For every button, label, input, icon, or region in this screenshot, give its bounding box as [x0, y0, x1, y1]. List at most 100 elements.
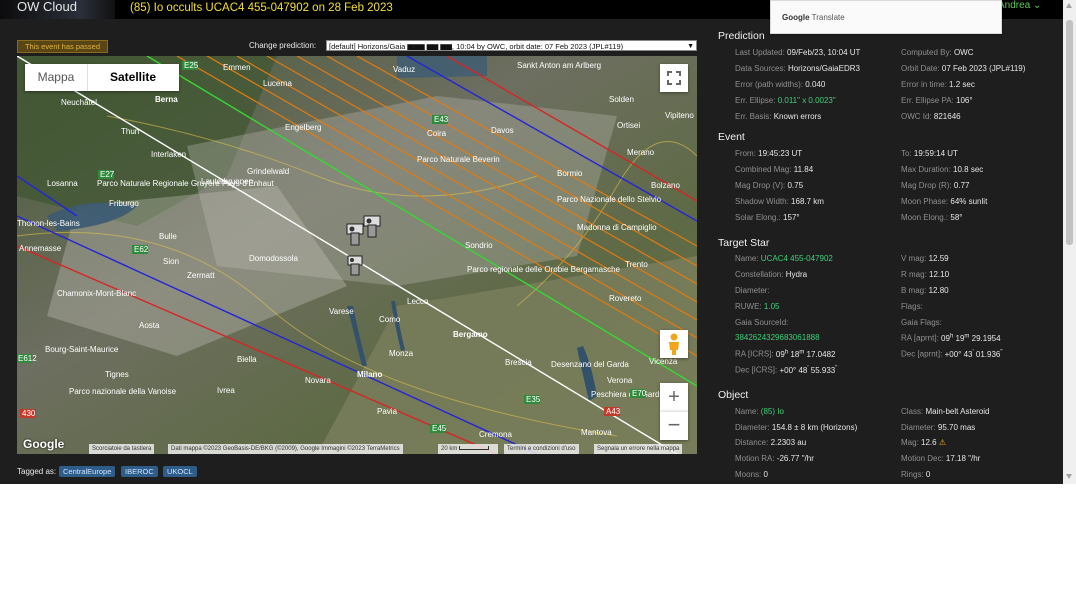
map-place-label: Sondrio: [465, 241, 493, 250]
map-place-label: Parco nazionale della Vanoise: [69, 387, 177, 396]
prediction-left-row: Last Updated: 09/Feb/23, 10:04 UT: [735, 48, 860, 57]
tag-centraleurope[interactable]: CentralEurope: [59, 466, 116, 477]
map-place-label: Berna: [155, 95, 178, 104]
scroll-down-arrow-icon[interactable]: [1066, 474, 1072, 479]
report-map-error-link[interactable]: Segnala un errore nella mappa: [594, 444, 683, 454]
field-label: Constellation:: [735, 270, 784, 279]
tag-ukocl[interactable]: UKOCL: [163, 466, 197, 477]
dec-deg-min: +00° 43: [944, 349, 973, 359]
field-value: Known errors: [773, 112, 822, 121]
terms-link[interactable]: Termini e condizioni d'uso: [504, 444, 579, 454]
field-label: Error in time:: [901, 80, 947, 89]
prediction-right-row: OWC Id: 821646: [901, 112, 961, 121]
field-value: 64% sunlit: [950, 197, 988, 206]
field-value: 0.011" x 0.0023": [777, 96, 836, 105]
scrollbar-thumb[interactable]: [1066, 20, 1073, 245]
highway-label: E27: [100, 170, 115, 179]
unit-h: h: [784, 349, 789, 355]
field-value: 0.77: [953, 181, 970, 190]
field-value: Horizons/GaiaEDR3: [787, 64, 860, 73]
b-mag-row: B mag: 12.80: [901, 286, 949, 295]
prediction-right-row: Orbit Date: 07 Feb 2023 (JPL#119): [901, 64, 1025, 73]
map-view[interactable]: Berna Lucerna Neuchâtel Emmen Thun Interlaken…: [17, 56, 697, 454]
field-label: Mag Drop (V):: [735, 181, 786, 190]
field-value: 11.84: [793, 165, 814, 174]
field-value: 07 Feb 2023 (JPL#119): [941, 64, 1026, 73]
dec-icrs-row: Dec [ICRS]: +00° 48' 55.933": [735, 365, 837, 375]
zoom-out-button[interactable]: −: [660, 411, 688, 440]
map-place-label: Chamonix-Mont-Blanc: [57, 289, 136, 298]
map-canvas[interactable]: Berna Lucerna Neuchâtel Emmen Thun Interlaken…: [17, 56, 697, 454]
highway-label: E45: [432, 424, 447, 433]
page-scrollbar[interactable]: [1063, 0, 1076, 484]
map-place-label: Bolzano: [651, 181, 680, 190]
field-label: Name:: [735, 407, 759, 416]
prediction-left-row: Error (path widths): 0.040: [735, 80, 825, 89]
map-place-label: Grindelwald: [247, 167, 289, 176]
field-label: To:: [901, 149, 912, 158]
gaia-source-link[interactable]: 3842624329683061888: [735, 333, 820, 342]
class-row: Class: Main-belt Asteroid: [901, 407, 990, 416]
field-label: Data Sources:: [735, 64, 786, 73]
dec-icrs-value: +00° 48' 55.933": [779, 365, 837, 375]
map-place-label: Emmen: [223, 63, 251, 72]
field-value: 154.8 ± 8 km (Horizons): [771, 423, 858, 432]
event-right-row: Moon Elong.: 58°: [901, 213, 962, 222]
unit-arcsec: ": [1000, 349, 1003, 355]
field-value: 12.80: [928, 286, 949, 295]
scroll-up-arrow-icon[interactable]: [1066, 3, 1072, 8]
field-value: 12.10: [929, 270, 950, 279]
field-value: 821646: [933, 112, 961, 121]
field-label: Moons:: [735, 470, 762, 479]
dec-seconds: 55.933: [810, 365, 836, 375]
unit-arcmin: ': [972, 349, 974, 355]
field-value: 168.7 km: [791, 197, 824, 206]
object-name-row: Name: (85) Io: [735, 407, 784, 416]
event-right-row: Mag Drop (R): 0.77: [901, 181, 970, 190]
map-place-label: Zermatt: [187, 271, 215, 280]
gaia-source-value-row: 3842624329683061888: [735, 333, 820, 342]
prediction-right-row: Err. Ellipse PA: 106°: [901, 96, 973, 105]
field-label: Dec [ICRS]:: [735, 365, 778, 375]
zoom-in-button[interactable]: +: [660, 383, 688, 411]
map-type-mappa-button[interactable]: Mappa: [25, 64, 88, 91]
map-place-label: Annemasse: [19, 244, 62, 253]
map-place-label: Bulle: [159, 232, 177, 241]
field-value: 0: [925, 470, 931, 479]
field-value: 58°: [950, 213, 963, 222]
fullscreen-icon: [667, 71, 681, 85]
tag-iberoc[interactable]: IBEROC: [121, 466, 158, 477]
field-label: Moon Phase:: [901, 197, 949, 206]
keyboard-shortcuts-link[interactable]: Scorciatoie da tastiera: [89, 444, 155, 454]
map-place-label: Vaduz: [393, 65, 415, 74]
map-place-label: Mantova: [581, 428, 612, 437]
ra-hours: 09: [941, 333, 950, 343]
ra-icrs-row: RA [ICRS]: 09h 18m 17.0482: [735, 349, 835, 359]
warning-icon[interactable]: ⚠: [939, 438, 946, 447]
unit-m: m: [799, 349, 805, 355]
change-prediction-select[interactable]: [default] Horizons/Gaia ▆▆▆ ▆▆ ▆▆, 10:04…: [326, 40, 697, 51]
distance-row: Distance: 2.2303 au: [735, 438, 806, 447]
event-left-row: Mag Drop (V): 0.75: [735, 181, 803, 190]
object-name-link[interactable]: (85) Io: [761, 407, 784, 416]
field-value: 0: [763, 470, 768, 479]
target-name-link[interactable]: UCAC4 455-047902: [761, 254, 833, 263]
street-view-pegman-button[interactable]: [660, 330, 688, 358]
user-menu[interactable]: Andrea ⌄: [998, 0, 1041, 11]
field-label: Gaia SourceId:: [735, 318, 789, 327]
map-place-label: Thun: [121, 127, 139, 136]
fullscreen-button[interactable]: [660, 64, 688, 92]
ruwe-link[interactable]: 1.05: [764, 302, 780, 311]
map-place-label: Sion: [163, 257, 179, 266]
flags-row: Flags:: [901, 302, 923, 311]
map-type-satellite-button[interactable]: Satellite: [87, 64, 179, 91]
map-place-label: Bormio: [557, 169, 583, 178]
field-value: 17.18 "/hr: [945, 454, 981, 463]
google-logo: Google: [23, 437, 65, 451]
brand-logo[interactable]: OW Cloud: [0, 0, 115, 19]
prediction-left-row: Err. Ellipse: 0.011" x 0.0023": [735, 96, 836, 105]
map-place-label: Vicenza: [649, 357, 678, 366]
map-place-label: Bergamo: [453, 330, 488, 339]
field-label: V mag:: [901, 254, 927, 263]
ra-seconds: 29.1954: [971, 333, 1001, 343]
